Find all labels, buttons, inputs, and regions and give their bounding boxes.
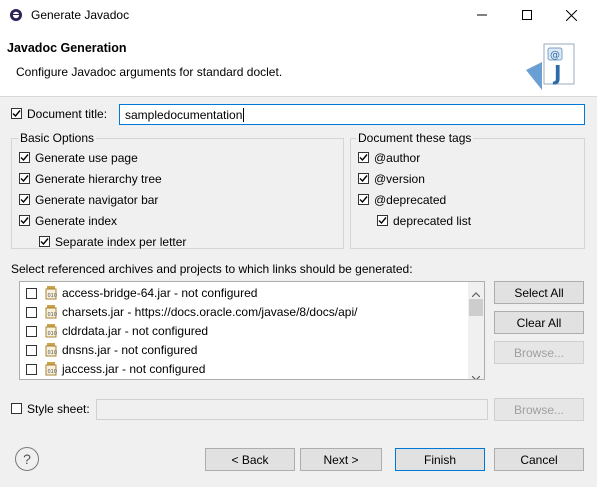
deprecated-tag-checkbox[interactable] xyxy=(358,194,369,205)
svg-text:010: 010 xyxy=(48,331,58,337)
list-item-checkbox[interactable] xyxy=(26,288,37,299)
links-label: Select referenced archives and projects … xyxy=(11,262,413,276)
list-item-checkbox[interactable] xyxy=(26,326,37,337)
list-item-checkbox[interactable] xyxy=(26,307,37,318)
generate-use-page-label: Generate use page xyxy=(35,151,138,165)
generate-navigator-bar-checkbox[interactable] xyxy=(19,194,30,205)
style-sheet-label: Style sheet: xyxy=(27,402,90,416)
list-item-checkbox[interactable] xyxy=(26,364,37,375)
checkmark-icon xyxy=(12,110,21,118)
page-description: Configure Javadoc arguments for standard… xyxy=(16,65,283,79)
links-list[interactable]: 010 access-bridge-64.jar - not configure… xyxy=(19,281,485,380)
help-icon[interactable]: ? xyxy=(15,447,39,471)
document-tags-title: Document these tags xyxy=(356,131,474,145)
generate-use-page-checkbox[interactable] xyxy=(19,152,30,163)
links-browse-button[interactable]: Browse... xyxy=(494,341,584,364)
svg-text:010: 010 xyxy=(48,369,58,375)
clear-all-button[interactable]: Clear All xyxy=(494,311,584,334)
cancel-button[interactable]: Cancel xyxy=(494,448,584,471)
list-item-label: dnsns.jar - not configured xyxy=(62,343,198,357)
version-tag-checkbox[interactable] xyxy=(358,173,369,184)
separate-index-label: Separate index per letter xyxy=(55,235,187,249)
scroll-thumb[interactable] xyxy=(469,299,483,316)
style-sheet-browse-button[interactable]: Browse... xyxy=(494,398,584,421)
generate-index-label: Generate index xyxy=(35,214,118,228)
scroll-up-icon[interactable] xyxy=(471,286,481,300)
style-sheet-input[interactable] xyxy=(96,399,488,420)
page-title: Javadoc Generation xyxy=(7,41,127,55)
list-item-checkbox[interactable] xyxy=(26,345,37,356)
list-item-label: jaccess.jar - not configured xyxy=(62,362,206,376)
window-title: Generate Javadoc xyxy=(31,8,130,22)
document-title-value: sampledocumentation xyxy=(125,108,243,122)
jar-icon: 010 xyxy=(44,361,58,376)
document-title-input[interactable]: sampledocumentation xyxy=(119,104,585,125)
deprecated-tag-label: @deprecated xyxy=(374,193,447,207)
generate-hierarchy-tree-checkbox[interactable] xyxy=(19,173,30,184)
close-icon xyxy=(566,9,577,21)
separate-index-checkbox[interactable] xyxy=(39,236,50,247)
list-item[interactable]: 010 charsets.jar - https://docs.oracle.c… xyxy=(20,303,467,322)
links-list-rows: 010 access-bridge-64.jar - not configure… xyxy=(20,282,467,379)
document-title-label: Document title: xyxy=(27,107,108,121)
next-button[interactable]: Next > xyxy=(300,448,382,471)
document-title-checkbox[interactable] xyxy=(11,108,22,119)
jar-icon: 010 xyxy=(44,304,58,319)
svg-text:010: 010 xyxy=(48,312,58,318)
close-button[interactable] xyxy=(549,0,594,30)
eclipse-app-icon xyxy=(9,8,23,22)
generate-hierarchy-tree-label: Generate hierarchy tree xyxy=(35,172,162,186)
svg-text:@: @ xyxy=(550,50,560,61)
javadoc-wizard-icon: @ J xyxy=(524,40,578,92)
style-sheet-checkbox[interactable] xyxy=(11,403,22,414)
generate-navigator-bar-label: Generate navigator bar xyxy=(35,193,159,207)
back-button[interactable]: < Back xyxy=(205,448,295,471)
jar-icon: 010 xyxy=(44,323,58,338)
maximize-button[interactable] xyxy=(504,0,549,30)
list-item[interactable]: 010 access-bridge-64.jar - not configure… xyxy=(20,284,467,303)
deprecated-list-checkbox[interactable] xyxy=(377,215,388,226)
author-tag-label: @author xyxy=(374,151,421,165)
list-item-label: access-bridge-64.jar - not configured xyxy=(62,286,258,300)
list-item[interactable]: 010 dnsns.jar - not configured xyxy=(20,341,467,360)
list-item[interactable]: 010 cldrdata.jar - not configured xyxy=(20,322,467,341)
jar-icon: 010 xyxy=(44,285,58,300)
version-tag-label: @version xyxy=(374,172,425,186)
maximize-icon xyxy=(521,10,532,20)
svg-text:010: 010 xyxy=(48,293,58,299)
basic-options-title: Basic Options xyxy=(18,131,97,145)
generate-index-checkbox[interactable] xyxy=(19,215,30,226)
list-item-label: cldrdata.jar - not configured xyxy=(62,324,209,338)
jar-icon: 010 xyxy=(44,342,58,357)
finish-button[interactable]: Finish xyxy=(395,448,485,471)
deprecated-list-label: deprecated list xyxy=(393,214,472,228)
svg-text:J: J xyxy=(552,61,561,85)
scroll-down-icon[interactable] xyxy=(471,370,481,379)
minimize-icon xyxy=(476,14,487,16)
list-item[interactable]: 010 jaccess.jar - not configured xyxy=(20,360,467,379)
links-scrollbar[interactable] xyxy=(468,282,484,379)
select-all-button[interactable]: Select All xyxy=(494,281,584,304)
minimize-button[interactable] xyxy=(459,0,504,30)
list-item-label: charsets.jar - https://docs.oracle.com/j… xyxy=(62,305,358,319)
svg-text:010: 010 xyxy=(48,350,58,356)
author-tag-checkbox[interactable] xyxy=(358,152,369,163)
